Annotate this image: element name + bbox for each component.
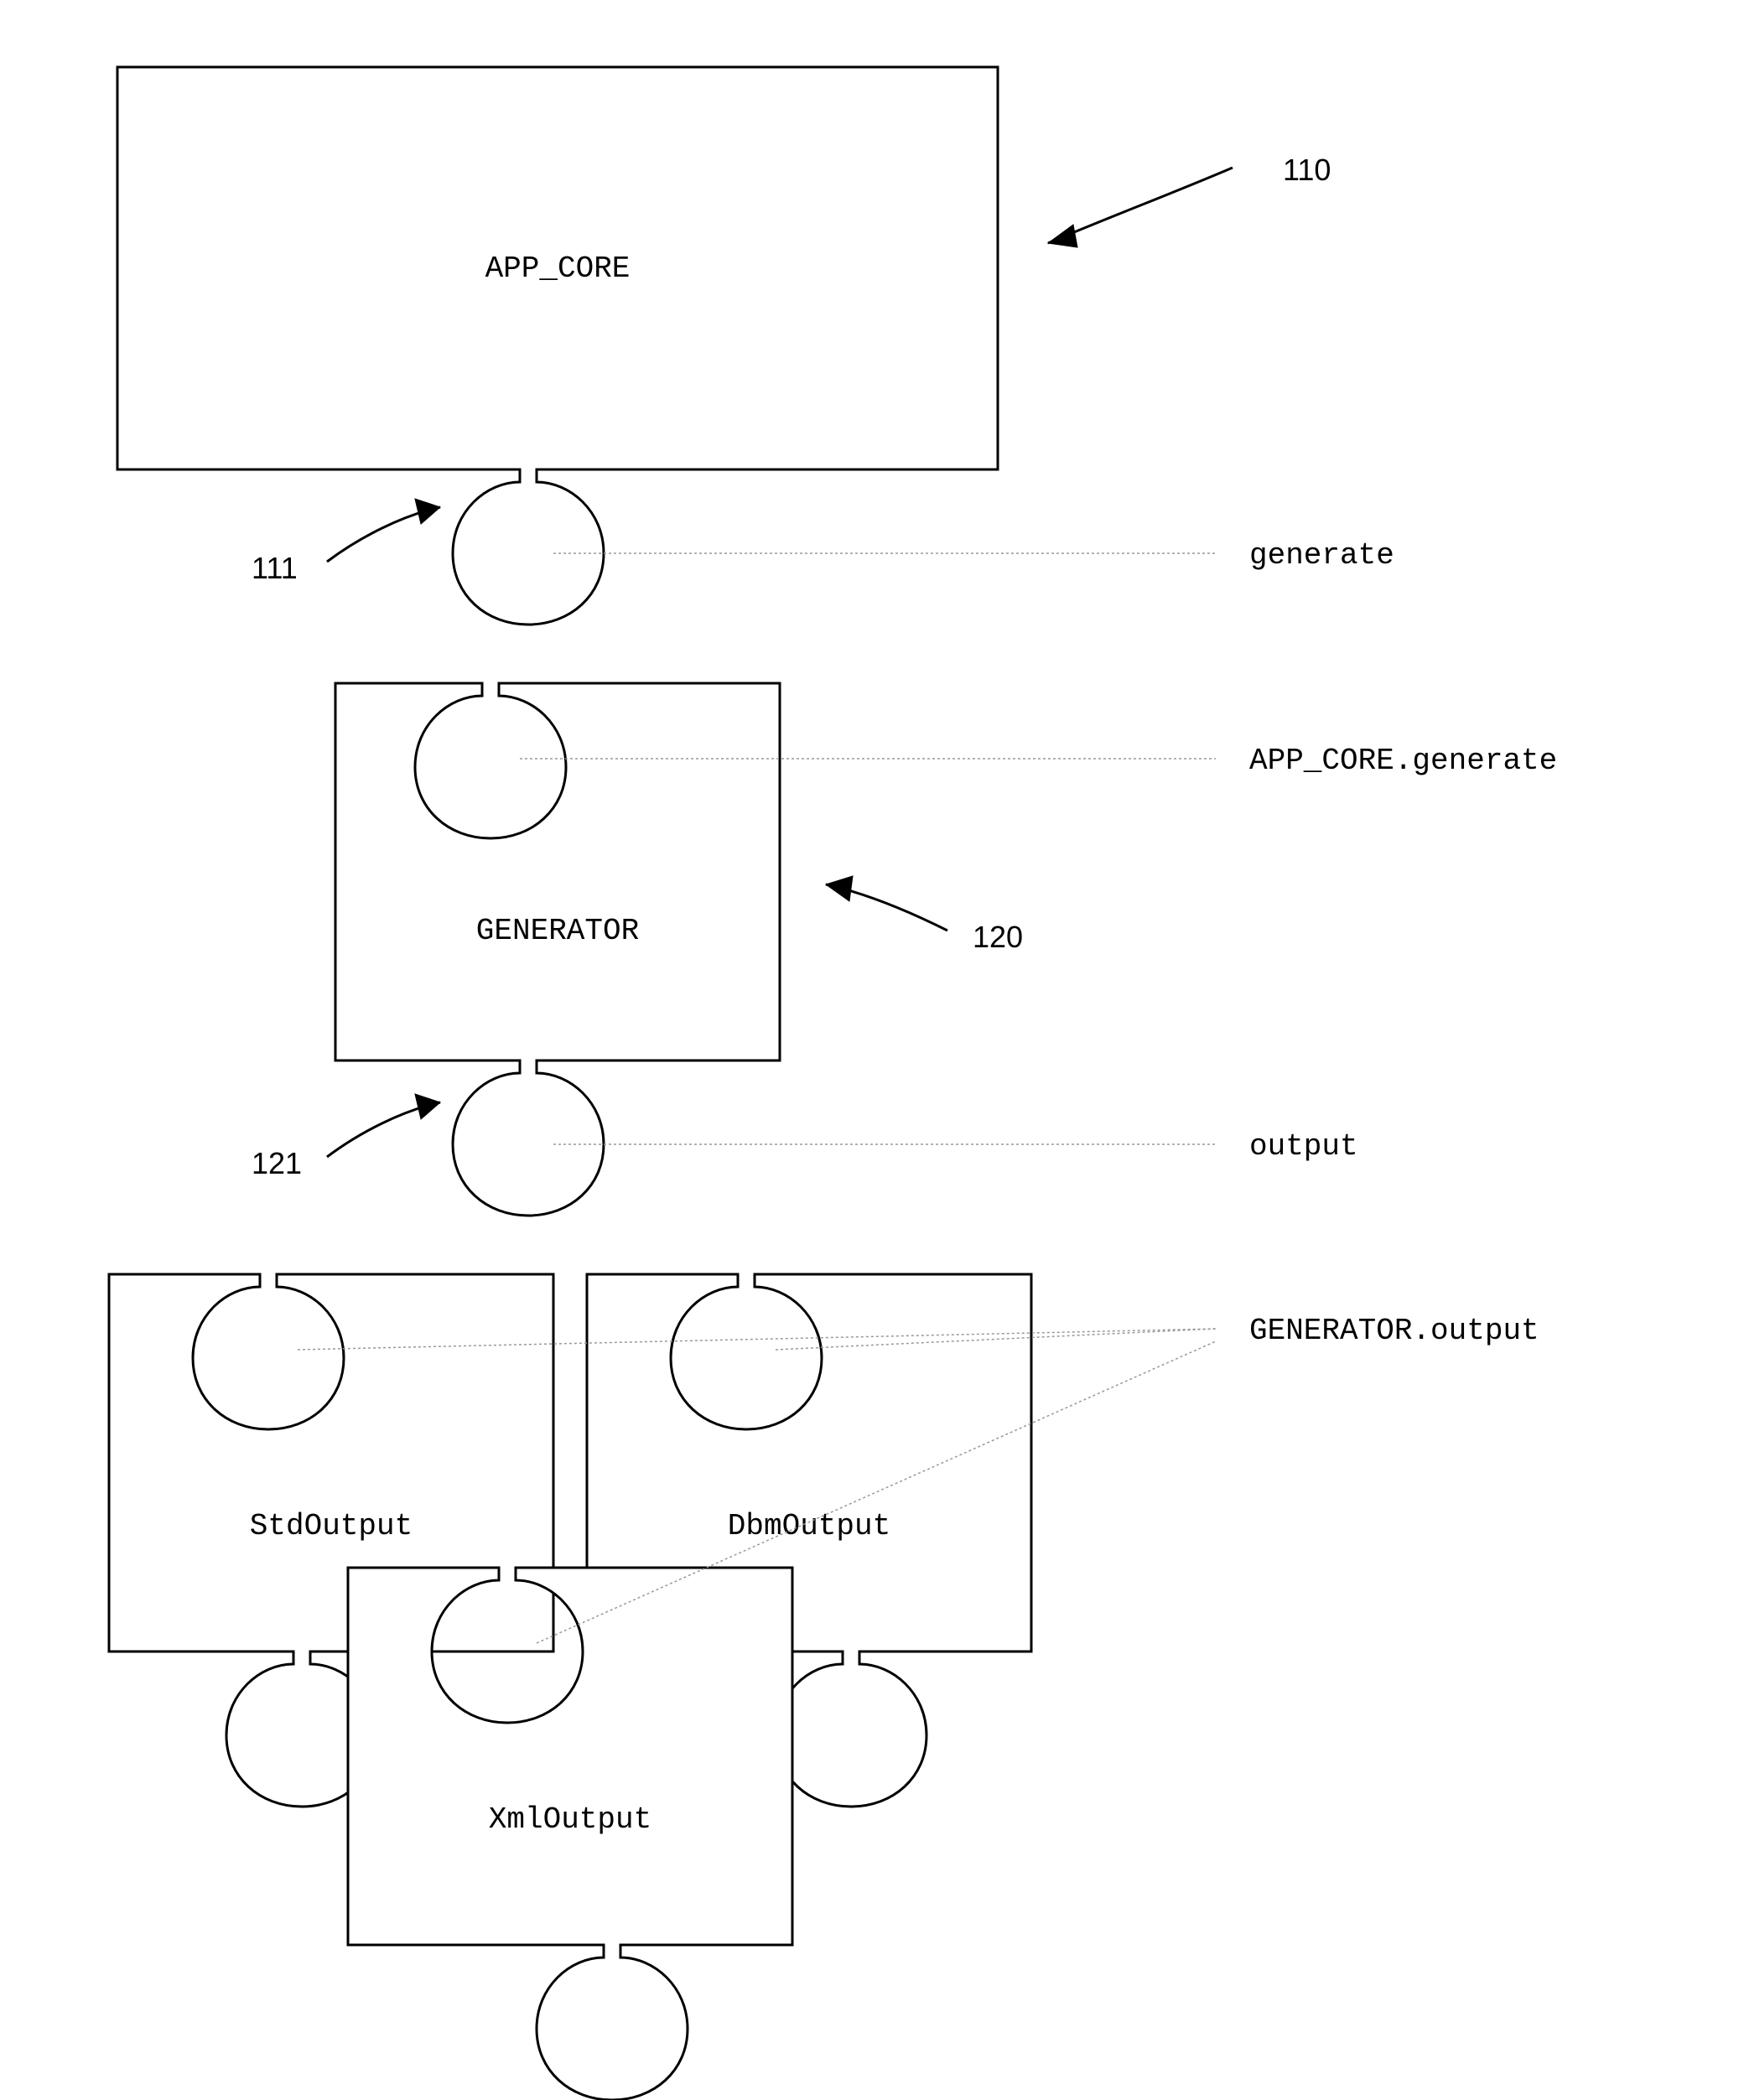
arrow-110: [1048, 168, 1233, 243]
ref-111: 111: [252, 551, 298, 585]
ref-121: 121: [252, 1146, 302, 1180]
ref-120: 120: [973, 920, 1023, 954]
box-generator: [335, 683, 780, 1216]
label-generator-output: GENERATOR.output: [1249, 1314, 1539, 1348]
box-app-core: [117, 67, 998, 625]
ref-110: 110: [1283, 153, 1331, 187]
label-stdoutput: StdOutput: [250, 1509, 413, 1543]
label-app-core-generate: APP_CORE.generate: [1249, 744, 1557, 778]
label-generate: generate: [1249, 538, 1394, 573]
label-dbmoutput: DbmOutput: [728, 1509, 890, 1543]
label-output: output: [1249, 1129, 1358, 1164]
label-app-core: APP_CORE: [485, 251, 631, 286]
label-xmloutput: XmlOutput: [489, 1802, 651, 1837]
label-generator: GENERATOR: [476, 914, 639, 948]
